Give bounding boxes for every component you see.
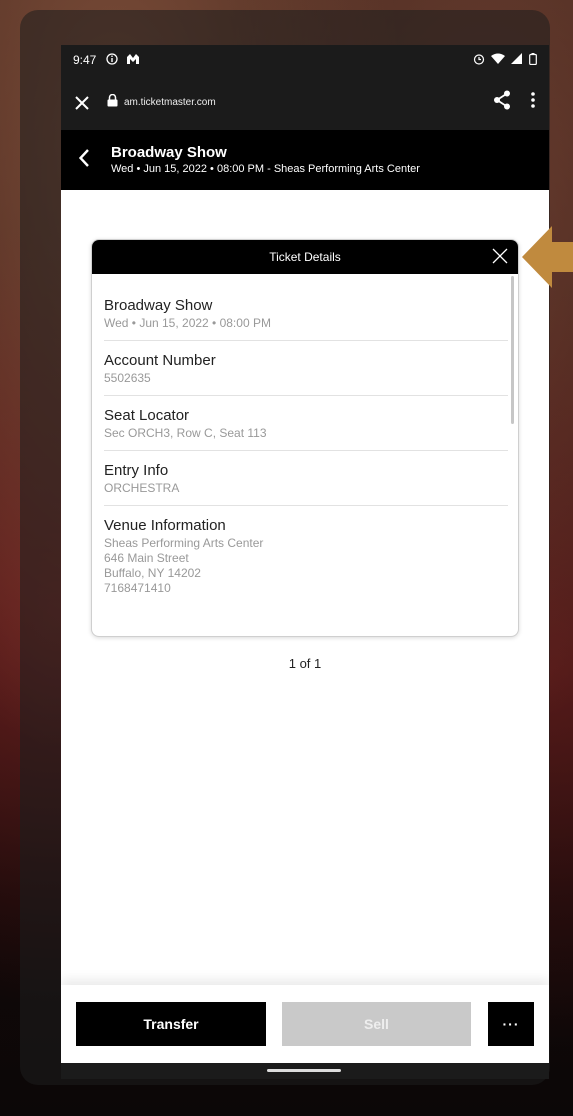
status-time: 9:47 [73, 53, 97, 67]
detail-label: Account Number [104, 352, 216, 369]
event-subtitle: Wed • Jun 15, 2022 • 08:00 PM - Sheas Pe… [111, 163, 420, 175]
transfer-button[interactable]: Transfer [76, 1002, 266, 1046]
ticket-details-list: Broadway Show Wed • Jun 15, 2022 • 08:00… [92, 274, 518, 605]
info-icon [106, 52, 119, 68]
signal-icon [511, 52, 523, 68]
home-gesture-pill[interactable] [267, 1069, 341, 1072]
close-icon[interactable] [490, 246, 510, 266]
detail-label: Broadway Show [104, 297, 213, 314]
ticket-details-header: Ticket Details [92, 240, 518, 274]
status-bar: 9:47 [61, 45, 549, 75]
detail-value: ORCHESTRA [104, 481, 180, 495]
event-header: Broadway Show Wed • Jun 15, 2022 • 08:00… [61, 130, 549, 190]
annotation-arrow-icon [522, 222, 573, 292]
detail-label: Seat Locator [104, 407, 190, 424]
wifi-icon [491, 53, 505, 68]
detail-value: 5502635 [104, 371, 151, 385]
battery-icon [529, 52, 537, 68]
detail-row-venue: Venue Information Sheas Performing Arts … [104, 506, 508, 605]
detail-row-seat: Seat Locator Sec ORCH3, Row C, Seat 113 [104, 396, 508, 451]
event-title: Broadway Show [111, 144, 227, 161]
detail-label: Entry Info [104, 462, 169, 479]
ticket-details-title: Ticket Details [269, 250, 341, 264]
share-icon[interactable] [493, 90, 511, 115]
app-notification-icon [126, 53, 140, 68]
event-header-text: Broadway Show Wed • Jun 15, 2022 • 08:00… [111, 144, 420, 176]
status-right-icons [473, 52, 537, 68]
browser-toolbar: am.ticketmaster.com [61, 75, 549, 130]
alarm-icon [473, 53, 485, 68]
detail-row-entry: Entry Info ORCHESTRA [104, 451, 508, 506]
bottom-action-bar: Transfer Sell ··· [61, 985, 549, 1067]
page-indicator: 1 of 1 [288, 656, 322, 671]
browser-actions [493, 90, 535, 115]
url-text[interactable]: am.ticketmaster.com [124, 97, 216, 108]
ticket-details-modal: Ticket Details Broadway Show Wed • Jun 1… [91, 239, 519, 637]
lock-icon [107, 93, 118, 112]
back-arrow-icon[interactable] [78, 148, 89, 172]
detail-value: Sheas Performing Arts Center [104, 536, 264, 550]
detail-value: 646 Main Street [104, 551, 189, 565]
detail-value: Buffalo, NY 14202 [104, 566, 201, 580]
detail-value: Sec ORCH3, Row C, Seat 113 [104, 426, 267, 440]
detail-value: 7168471410 [104, 581, 171, 595]
system-nav-bar [61, 1063, 549, 1079]
more-options-button[interactable]: ··· [488, 1002, 534, 1046]
close-icon[interactable] [75, 92, 89, 114]
more-vert-icon[interactable] [531, 92, 535, 113]
detail-row-event: Broadway Show Wed • Jun 15, 2022 • 08:00… [104, 274, 508, 341]
detail-row-account: Account Number 5502635 [104, 341, 508, 396]
detail-value: Wed • Jun 15, 2022 • 08:00 PM [104, 316, 271, 330]
sell-button[interactable]: Sell [282, 1002, 471, 1046]
detail-label: Venue Information [104, 517, 226, 534]
phone-screen: 9:47 am.ticketmaster.com Broadway Show W… [61, 45, 549, 1079]
